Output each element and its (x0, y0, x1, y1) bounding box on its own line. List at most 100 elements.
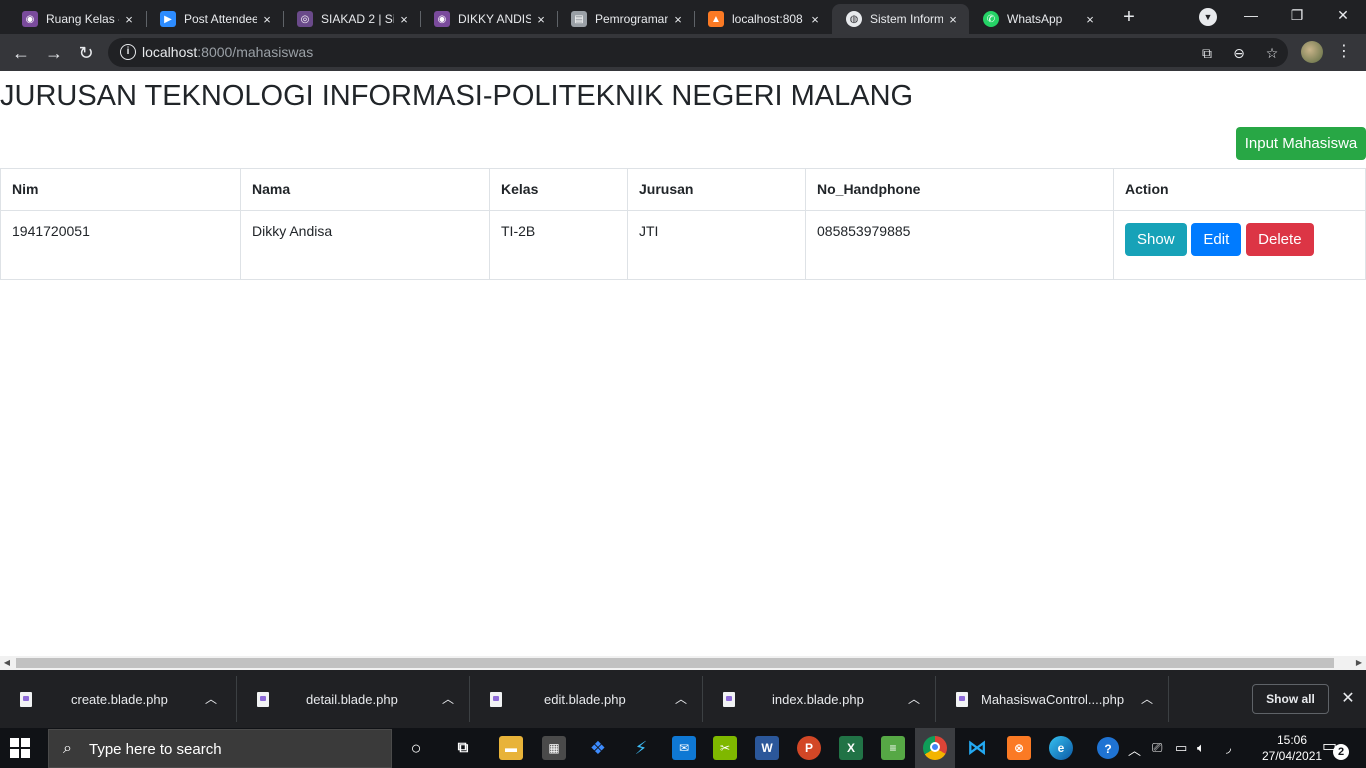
browser-tab[interactable]: ◉ DIKKY ANDISA × (420, 4, 557, 34)
browser-tab[interactable]: ✆ WhatsApp × (969, 4, 1106, 34)
chevron-up-icon[interactable]: ︿ (1128, 740, 1141, 759)
notepad-plus-icon[interactable]: ≡ (881, 736, 905, 760)
sourcetree-icon[interactable]: ⚡ (629, 736, 653, 760)
word-icon[interactable]: W (755, 736, 779, 760)
reload-icon[interactable]: ↻ (73, 40, 99, 66)
close-icon[interactable]: × (668, 12, 688, 27)
close-icon[interactable]: ✕ (1338, 688, 1358, 708)
browser-tab[interactable]: ▲ localhost:808 × (694, 4, 831, 34)
download-item[interactable]: edit.blade.php ︿ (470, 670, 703, 728)
scroll-right-icon[interactable]: ▶ (1352, 656, 1366, 670)
xampp-icon: ▲ (708, 11, 724, 27)
edit-button[interactable]: Edit (1191, 223, 1242, 256)
input-mahasiswa-button[interactable]: Input Mahasiswa (1236, 127, 1366, 160)
snip-icon[interactable]: ✂ (713, 736, 737, 760)
close-icon[interactable]: × (943, 12, 963, 27)
menu-icon[interactable]: ⋮ (1336, 40, 1352, 64)
table-row: 1941720051 Dikky Andisa TI-2B JTI 085853… (0, 210, 1366, 280)
column-header: Nama (240, 168, 490, 211)
dropbox-icon[interactable]: ❖ (586, 736, 610, 760)
notification-icon[interactable]: ▭ 2 (1322, 736, 1349, 760)
close-icon[interactable]: × (257, 12, 277, 27)
scroll-left-icon[interactable]: ◀ (0, 656, 14, 670)
volume-icon[interactable]: 🔈︎ (1197, 740, 1205, 756)
info-icon[interactable]: i (120, 44, 136, 60)
close-icon[interactable]: × (531, 12, 551, 27)
horizontal-scrollbar[interactable]: ◀ ▶ (0, 656, 1366, 670)
close-icon[interactable]: × (805, 12, 825, 27)
polinema-icon: ◉ (22, 11, 38, 27)
download-item[interactable]: create.blade.php ︿ (0, 670, 233, 728)
new-tab-icon[interactable]: + (1117, 6, 1141, 30)
chevron-up-icon[interactable]: ︿ (1141, 690, 1153, 707)
taskbar-search-input[interactable]: ⌕ Type here to search (48, 729, 392, 768)
chrome-icon[interactable] (923, 736, 947, 760)
cell-nim: 1941720051 (0, 210, 241, 280)
profile-avatar[interactable] (1301, 41, 1323, 63)
delete-button[interactable]: Delete (1246, 223, 1314, 256)
browser-tab-strip: ◉ Ruang Kelas - × ▶ Post Attendee × ◎ SI… (0, 0, 1366, 34)
chevron-up-icon[interactable]: ︿ (205, 690, 217, 707)
browser-tab[interactable]: ▶ Post Attendee × (146, 4, 283, 34)
url-text[interactable]: localhost:8000/mahasiswas (142, 44, 313, 60)
tab-title: Pemrograman (595, 12, 668, 26)
excel-icon[interactable]: X (839, 736, 863, 760)
cell-kelas: TI-2B (489, 210, 628, 280)
column-header: Action (1113, 168, 1366, 211)
translate-icon[interactable]: ⧉ (1198, 44, 1216, 62)
powerpoint-icon[interactable]: P (797, 736, 821, 760)
wifi-icon[interactable]: ◞ (1226, 740, 1231, 756)
address-bar[interactable]: i localhost:8000/mahasiswas ⧉ ⊖ ☆ (108, 38, 1288, 67)
download-item[interactable]: MahasiswaControl....php ︿ (936, 670, 1169, 728)
whatsapp-icon: ✆ (983, 11, 999, 27)
vscode-icon[interactable]: ⋈ (965, 736, 989, 760)
php-file-icon (956, 692, 968, 707)
download-item[interactable]: index.blade.php ︿ (703, 670, 936, 728)
microsoft-store-icon[interactable]: ▦ (542, 736, 566, 760)
close-icon[interactable]: × (394, 12, 414, 27)
file-explorer-icon[interactable]: ▬ (499, 736, 523, 760)
help-icon[interactable]: ? (1097, 737, 1119, 759)
window-close-icon[interactable]: ✕ (1320, 0, 1366, 30)
network-adapter-icon[interactable]: ⎚ (1152, 740, 1162, 756)
close-icon[interactable]: × (119, 12, 139, 27)
browser-tab-active[interactable]: ◍ Sistem Inform × (832, 4, 969, 34)
tab-title: SIAKAD 2 | Sis (321, 12, 394, 26)
tab-title: Sistem Inform (870, 12, 943, 26)
restore-icon[interactable]: ❐ (1274, 0, 1320, 30)
battery-icon[interactable]: ▭ (1175, 740, 1187, 756)
browser-tab[interactable]: ◎ SIAKAD 2 | Sis × (283, 4, 420, 34)
doc-icon: ▤ (571, 11, 587, 27)
back-icon[interactable]: ← (8, 40, 34, 66)
close-icon[interactable]: × (1080, 12, 1100, 27)
chevron-up-icon[interactable]: ︿ (908, 690, 920, 707)
browser-tab[interactable]: ◉ Ruang Kelas - × (8, 4, 145, 34)
edge-icon[interactable]: e (1049, 736, 1073, 760)
minimize-icon[interactable]: — (1228, 0, 1274, 30)
forward-icon[interactable]: → (41, 40, 67, 66)
chevron-up-icon[interactable]: ︿ (675, 690, 687, 707)
tab-title: localhost:808 (732, 12, 803, 26)
windows-start-icon[interactable] (10, 738, 30, 758)
chevron-up-icon[interactable]: ︿ (442, 690, 454, 707)
tab-search-icon[interactable]: ▼ (1199, 8, 1217, 26)
task-view-icon[interactable]: ⧉ (451, 736, 475, 760)
mail-icon[interactable]: ✉ (672, 736, 696, 760)
scrollbar-thumb[interactable] (16, 658, 1334, 668)
show-all-button[interactable]: Show all (1252, 684, 1329, 714)
zoom-icon[interactable]: ⊖ (1230, 44, 1248, 62)
php-file-icon (257, 692, 269, 707)
cell-action: Show Edit Delete (1113, 210, 1366, 280)
download-item[interactable]: detail.blade.php ︿ (237, 670, 470, 728)
taskbar-clock[interactable]: 15:06 27/04/2021 (1262, 732, 1322, 764)
download-filename: create.blade.php (71, 692, 168, 707)
xampp-icon[interactable]: ⊗ (1007, 736, 1031, 760)
cortana-icon[interactable]: ○ (404, 736, 428, 760)
column-header: Kelas (489, 168, 628, 211)
browser-tab[interactable]: ▤ Pemrograman × (557, 4, 694, 34)
bookmark-star-icon[interactable]: ☆ (1263, 44, 1281, 62)
download-filename: detail.blade.php (306, 692, 398, 707)
column-header: No_Handphone (805, 168, 1114, 211)
show-button[interactable]: Show (1125, 223, 1187, 256)
table-header-row: Nim Nama Kelas Jurusan No_Handphone Acti… (0, 168, 1366, 211)
